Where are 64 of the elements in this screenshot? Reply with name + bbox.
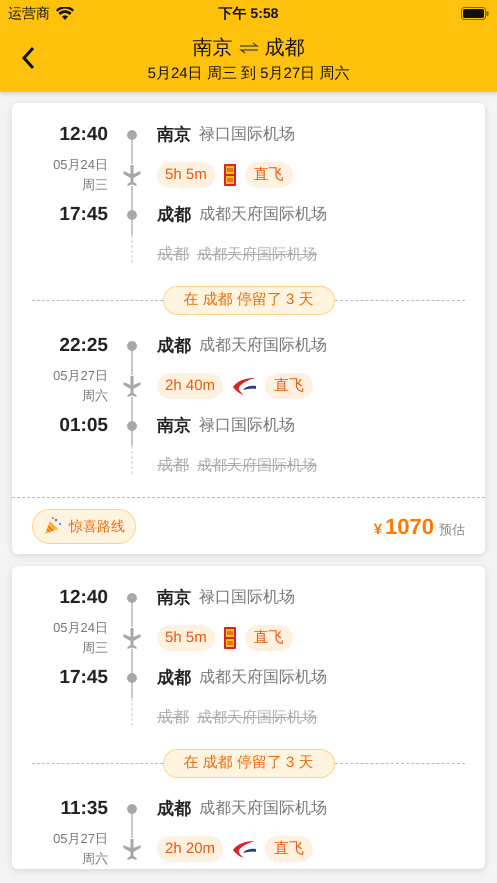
price: 1070 bbox=[385, 512, 434, 540]
clock-time: 下午 5:58 bbox=[218, 4, 278, 22]
flight-weekday: 周六 bbox=[82, 850, 108, 868]
duration-tag: 2h 40m bbox=[157, 372, 224, 400]
swap-arrows-icon bbox=[238, 42, 258, 54]
city-name: 成都 bbox=[157, 708, 189, 728]
currency-symbol: ¥ bbox=[374, 520, 382, 540]
city-name: 成都 bbox=[157, 667, 191, 690]
flight-weekday: 周三 bbox=[82, 639, 108, 657]
airport-name: 成都天府国际机场 bbox=[197, 456, 317, 476]
departure-time: 12:40 bbox=[59, 586, 108, 610]
city-name: 南京 bbox=[157, 124, 191, 146]
back-icon bbox=[21, 46, 35, 70]
arrival-time: 17:45 bbox=[59, 666, 108, 690]
date-range: 5月24日 周三 到 5月27日 周六 bbox=[148, 64, 350, 84]
airline-logo-icon bbox=[222, 163, 237, 187]
arrival-time: 01:05 bbox=[59, 414, 108, 438]
direct-flight-tag: 直飞 bbox=[244, 624, 293, 652]
city-name: 南京 bbox=[157, 415, 191, 438]
city-name: 成都 bbox=[157, 244, 189, 265]
airport-name: 禄口国际机场 bbox=[199, 125, 295, 145]
airport-name: 成都天府国际机场 bbox=[197, 708, 317, 728]
departure-time: 12:40 bbox=[59, 122, 108, 147]
flight-weekday: 周三 bbox=[82, 176, 108, 194]
city-name: 成都 bbox=[157, 798, 191, 820]
airport-name: 成都天府国际机场 bbox=[199, 668, 327, 688]
arrival-time: 17:45 bbox=[59, 202, 108, 227]
airline-logo-icon bbox=[231, 375, 258, 397]
airport-name: 成都天府国际机场 bbox=[199, 798, 327, 819]
airline-logo-icon bbox=[222, 626, 237, 650]
city-name: 南京 bbox=[157, 587, 191, 610]
direct-flight-tag: 直飞 bbox=[265, 836, 314, 862]
airport-name: 成都天府国际机场 bbox=[199, 336, 327, 356]
departure-time: 22:25 bbox=[59, 334, 108, 358]
duration-tag: 5h 5m bbox=[157, 624, 215, 652]
airport-name: 禄口国际机场 bbox=[199, 416, 295, 436]
origin-city: 南京 bbox=[192, 36, 232, 61]
airport-name: 成都天府国际机场 bbox=[197, 244, 317, 265]
city-name: 成都 bbox=[157, 456, 189, 476]
party-popper-icon bbox=[43, 516, 63, 536]
departure-time: 11:35 bbox=[60, 796, 108, 821]
airline-logo-icon bbox=[231, 838, 258, 860]
wifi-icon bbox=[56, 6, 74, 20]
flight-date: 05月24日 bbox=[53, 156, 108, 174]
destination-city: 成都 bbox=[264, 36, 304, 61]
flight-date: 05月24日 bbox=[53, 619, 108, 637]
battery-icon bbox=[461, 6, 489, 20]
stay-duration-label: 在 成都 停留了 3 天 bbox=[162, 749, 335, 778]
price-note: 预估 bbox=[439, 520, 465, 538]
stay-duration-label: 在 成都 停留了 3 天 bbox=[162, 286, 335, 315]
itinerary-card[interactable]: 12:40 南京 禄口国际机场 05月24日 周三 5h 5m 直飞 17:45 成都 成都天府国际机场 成都 成都天府国际机场 在 成都 停留了 3 天 11:35 成都 成都天府国际机场 05月27日 周六 2h 20m 直飞 bbox=[12, 566, 485, 869]
direct-flight-tag: 直飞 bbox=[265, 372, 314, 400]
duration-tag: 5h 5m bbox=[157, 162, 215, 188]
flight-weekday: 周六 bbox=[82, 387, 108, 405]
flight-date: 05月27日 bbox=[53, 830, 108, 848]
city-name: 成都 bbox=[157, 204, 191, 226]
itinerary-card[interactable]: 12:40 南京 禄口国际机场 05月24日 周三 5h 5m 直飞 17:45 成都 成都天府国际机场 成都 成都天府国际机场 在 成都 停留了 3 天 22:25 成都 成都天府国际机场 05月27日 周六 2h 40m 直飞 01:05 南京 禄口国际机场 成都 成都天府国际机场 惊喜路线 ¥1070 预估 bbox=[12, 103, 485, 554]
carrier-name: 运营商 bbox=[8, 4, 50, 22]
flight-date: 05月27日 bbox=[53, 367, 108, 385]
direct-flight-tag: 直飞 bbox=[244, 162, 293, 188]
duration-tag: 2h 20m bbox=[157, 836, 224, 862]
airport-name: 禄口国际机场 bbox=[199, 588, 295, 608]
city-name: 成都 bbox=[157, 335, 191, 358]
airport-name: 成都天府国际机场 bbox=[199, 204, 327, 225]
